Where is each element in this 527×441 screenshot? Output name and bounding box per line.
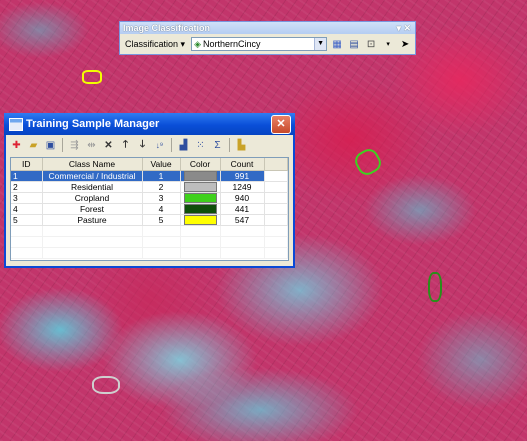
table-row[interactable]: 2 Residential 2 1249	[11, 181, 288, 193]
save-icon[interactable]: ▣	[43, 138, 58, 153]
classification-menu[interactable]: Classification ▾	[122, 38, 188, 51]
training-sample-manager-window: Training Sample Manager ✕ ✚ ▰ ▣ ⇶ ⇹ ✕ 🡑 …	[4, 113, 295, 268]
chevron-down-icon: ▾	[180, 38, 186, 49]
column-header-filler	[264, 158, 288, 171]
move-down-icon[interactable]: 🡓	[135, 138, 150, 153]
row-filler	[264, 192, 288, 204]
toolbar-title: Image Classification	[123, 23, 211, 33]
evaluate-icon[interactable]: ▙	[234, 138, 249, 153]
row-value: 5	[142, 214, 181, 226]
row-class-name[interactable]: Forest	[42, 203, 143, 215]
row-value: 3	[142, 192, 181, 204]
window-titlebar[interactable]: Training Sample Manager ✕	[4, 113, 295, 135]
column-header-class-name[interactable]: Class Name	[42, 158, 143, 171]
toolbar-separator	[229, 138, 230, 152]
select-pointer-icon[interactable]: ➤	[398, 37, 412, 51]
row-class-name[interactable]: Commercial / Industrial	[42, 170, 143, 182]
row-id: 2	[11, 181, 43, 193]
row-class-name[interactable]: Residential	[42, 181, 143, 193]
toolbar-titlebar[interactable]: Image Classification ▾ ✕	[120, 22, 415, 34]
color-swatch[interactable]	[183, 204, 217, 214]
new-class-icon[interactable]: ✚	[9, 138, 24, 153]
training-sample-manager-icon[interactable]: ▦	[330, 37, 344, 51]
column-header-color[interactable]: Color	[180, 158, 221, 171]
row-class-name[interactable]: Pasture	[42, 214, 143, 226]
training-polygon-yellow[interactable]	[82, 70, 102, 84]
column-header-value[interactable]: Value	[142, 158, 181, 171]
row-value: 1	[142, 170, 181, 182]
split-icon[interactable]: ⇹	[84, 138, 99, 153]
empty-row	[11, 225, 288, 237]
empty-row	[11, 236, 288, 248]
row-count: 547	[220, 214, 265, 226]
column-header-count[interactable]: Count	[220, 158, 265, 171]
raster-layer-icon: ◈	[194, 38, 201, 49]
row-value: 2	[142, 181, 181, 193]
histogram-icon[interactable]: ▤	[347, 37, 361, 51]
toolbar-separator	[62, 138, 63, 152]
row-id: 1	[11, 170, 43, 182]
training-polygon-forest[interactable]	[428, 272, 442, 302]
row-class-name[interactable]: Cropland	[42, 192, 143, 204]
row-id: 5	[11, 214, 43, 226]
row-color-cell[interactable]	[180, 170, 221, 182]
row-count: 991	[220, 170, 265, 182]
close-button[interactable]: ✕	[271, 115, 291, 134]
move-up-icon[interactable]: 🡑	[118, 138, 133, 153]
color-swatch[interactable]	[183, 182, 217, 192]
row-count: 441	[220, 203, 265, 215]
row-filler	[264, 203, 288, 215]
color-swatch[interactable]	[183, 171, 217, 181]
statistics-icon[interactable]: Σ	[210, 138, 225, 153]
row-filler	[264, 181, 288, 193]
table-row[interactable]: 1 Commercial / Industrial 1 991	[11, 170, 288, 182]
draw-polygon-icon[interactable]: ⊡	[364, 37, 378, 51]
training-polygon-green[interactable]	[351, 145, 385, 179]
classification-menu-label: Classification	[125, 38, 179, 49]
color-swatch[interactable]	[183, 215, 217, 225]
training-samples-table: ID Class Name Value Color Count 1 Commer…	[10, 157, 289, 261]
row-filler	[264, 170, 288, 182]
dialog-toolbar: ✚ ▰ ▣ ⇶ ⇹ ✕ 🡑 🡓 ↓⁹ ▟ ⁙ Σ ▙	[6, 135, 293, 155]
merge-icon[interactable]: ⇶	[67, 138, 82, 153]
row-color-cell[interactable]	[180, 181, 221, 193]
window-app-icon	[9, 118, 23, 131]
training-polygon-gray[interactable]	[92, 376, 120, 394]
toolbar-separator	[171, 138, 172, 152]
window-title: Training Sample Manager	[26, 118, 160, 130]
draw-dropdown-icon[interactable]: ▾	[381, 37, 395, 51]
table-row[interactable]: 4 Forest 4 441	[11, 203, 288, 215]
row-color-cell[interactable]	[180, 203, 221, 215]
layer-dropdown-arrow-icon[interactable]: ▼	[314, 38, 327, 50]
row-value: 4	[142, 203, 181, 215]
row-color-cell[interactable]	[180, 214, 221, 226]
layer-select[interactable]: ◈ NorthernCincy ▼	[191, 37, 328, 51]
delete-icon[interactable]: ✕	[101, 138, 116, 153]
sort-icon[interactable]: ↓⁹	[152, 138, 167, 153]
toolbar-close-icon[interactable]: ▾ ✕	[396, 22, 411, 34]
row-id: 3	[11, 192, 43, 204]
table-row[interactable]: 3 Cropland 3 940	[11, 192, 288, 204]
scatterplot-icon[interactable]: ⁙	[193, 138, 208, 153]
column-header-id[interactable]: ID	[11, 158, 43, 171]
row-id: 4	[11, 203, 43, 215]
row-color-cell[interactable]	[180, 192, 221, 204]
histogram-icon[interactable]: ▟	[176, 138, 191, 153]
image-classification-toolbar: Image Classification ▾ ✕ Classification …	[119, 21, 416, 55]
row-count: 1249	[220, 181, 265, 193]
color-swatch[interactable]	[183, 193, 217, 203]
row-filler	[264, 214, 288, 226]
table-row[interactable]: 5 Pasture 5 547	[11, 214, 288, 226]
open-folder-icon[interactable]: ▰	[26, 138, 41, 153]
empty-row	[11, 247, 288, 259]
layer-select-value: NorthernCincy	[203, 39, 261, 49]
row-count: 940	[220, 192, 265, 204]
